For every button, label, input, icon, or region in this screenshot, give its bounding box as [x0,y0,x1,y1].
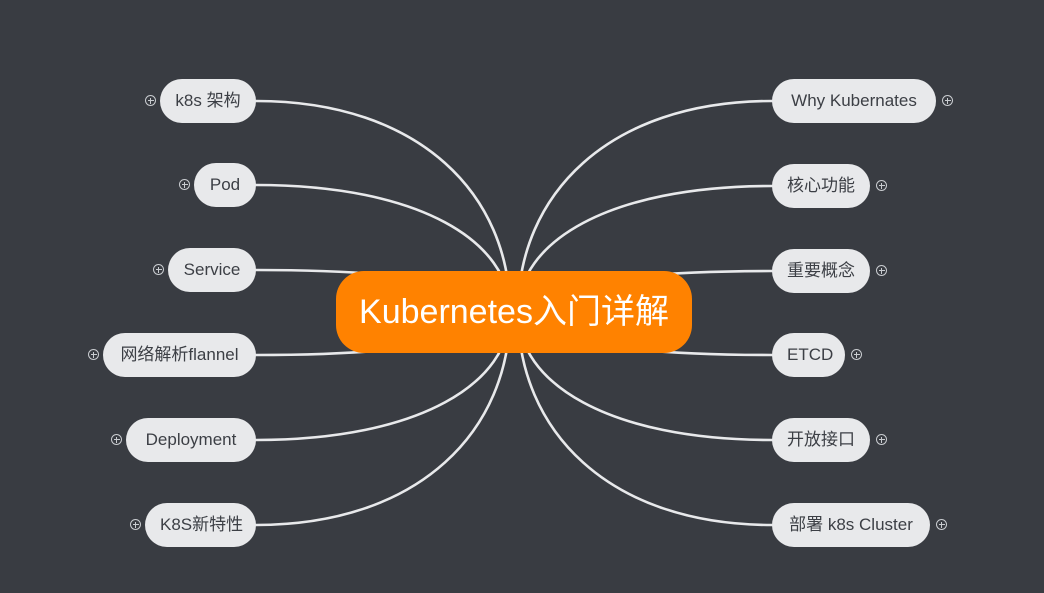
branch-topic-right-4[interactable]: 开放接口 [772,418,870,462]
topic-label: Service [183,260,241,279]
topic-label: Pod [209,175,241,194]
expand-icon[interactable] [130,519,141,530]
expand-icon[interactable] [88,349,99,360]
expand-icon[interactable] [876,265,887,276]
topic-label: 开放接口 [787,430,855,449]
branch-topic-right-2[interactable]: 重要概念 [772,249,870,293]
branch-topic-right-5[interactable]: 部署 k8s Cluster [772,503,930,547]
topic-label: 核心功能 [787,176,855,195]
expand-icon[interactable] [111,434,122,445]
topic-label: 重要概念 [787,261,855,280]
expand-icon[interactable] [179,179,190,190]
topic-label: ETCD [787,345,834,364]
topic-label: K8S新特性 [160,515,244,534]
expand-icon[interactable] [153,264,164,275]
branch-topic-left-4[interactable]: Deployment [126,418,256,462]
expand-icon[interactable] [936,519,947,530]
branch-topic-right-1[interactable]: 核心功能 [772,164,870,208]
expand-icon[interactable] [851,349,862,360]
topic-label: k8s 架构 [175,91,241,110]
expand-icon[interactable] [942,95,953,106]
branch-topic-left-0[interactable]: k8s 架构 [160,79,256,123]
expand-icon[interactable] [145,95,156,106]
root-topic[interactable]: Kubernetes入门详解 [336,271,692,353]
branch-topic-left-1[interactable]: Pod [194,163,256,207]
branch-topic-right-0[interactable]: Why Kubernates [772,79,936,123]
topic-label: 部署 k8s Cluster [789,515,913,534]
branch-topic-left-2[interactable]: Service [168,248,256,292]
topic-label: Why Kubernates [791,91,917,110]
branch-topic-right-3[interactable]: ETCD [772,333,845,377]
topic-label: 网络解析flannel [120,345,239,364]
mindmap-canvas: Kubernetes入门详解 k8s 架构 Pod Service 网络解析fl… [0,0,1044,593]
branch-topic-left-5[interactable]: K8S新特性 [145,503,256,547]
topic-label: Deployment [145,430,237,449]
branch-topic-left-3[interactable]: 网络解析flannel [103,333,256,377]
expand-icon[interactable] [876,434,887,445]
expand-icon[interactable] [876,180,887,191]
